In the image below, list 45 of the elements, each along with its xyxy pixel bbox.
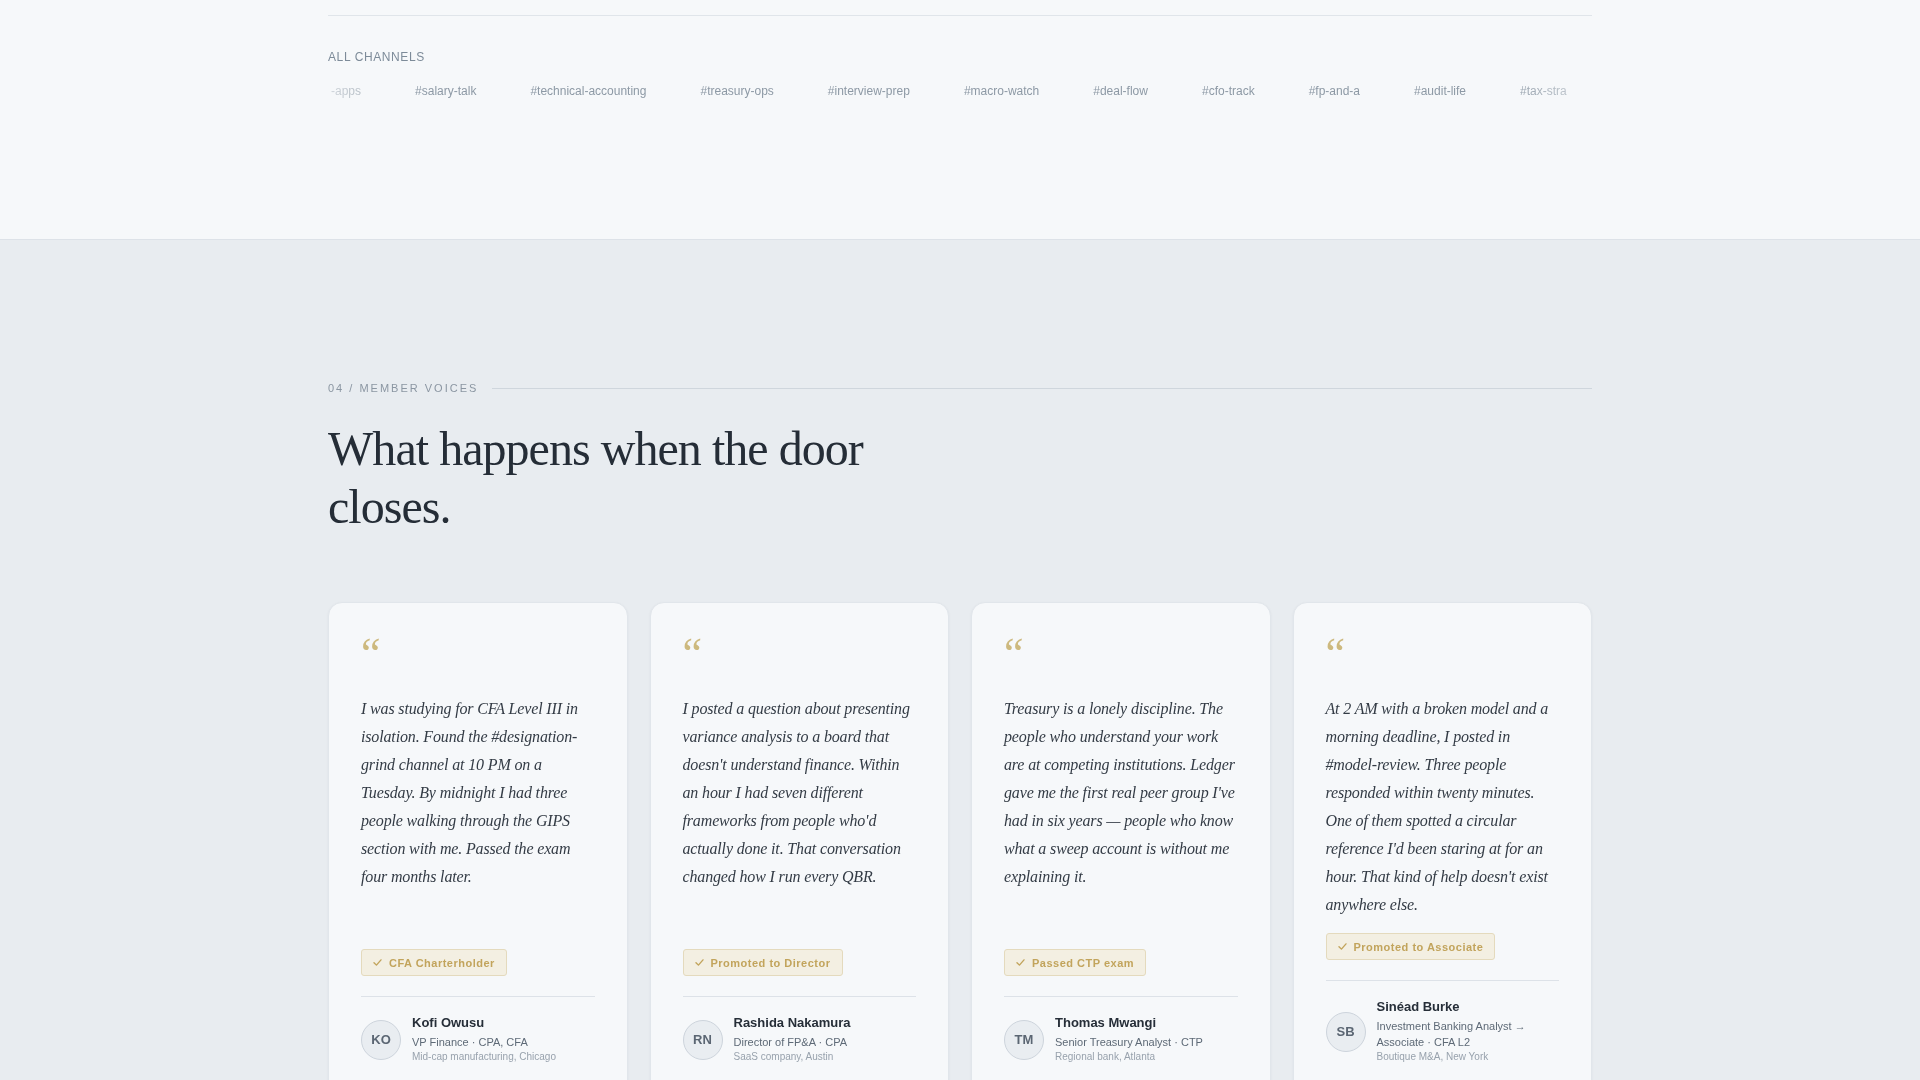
quote-mark: “ [1004,639,1024,670]
channel-tag: #salary-talk [415,83,477,99]
section-heading: What happens when the door closes. [328,421,865,535]
author-role: Senior Treasury Analyst · CTP [1055,1035,1203,1051]
testimonial-quote: I was studying for CFA Level III in isolation. Found the #designation-grind channel at 10 PM on a Tuesday. By midnight I had three people walking through the GIPS section with me. Passed the exam four months later. [361,699,579,888]
channel-tag: #audit-life [1414,83,1467,99]
author-role: Director of FP&A · CPA [733,1035,848,1051]
author-company: SaaS company, Austin [733,1050,835,1065]
channel-tag: #treasury-ops [700,83,774,99]
author-role: Investment Banking Analyst → Associate · CFA L2 [1376,1019,1527,1051]
testimonial-quote: At 2 AM with a broken model and a morning deadline, I posted in #model-review. Three people responded within twenty minutes. One of them spotted a circular reference I'd been staring at for an hour. That kind of help doesn't exist anywhere else. [1325,699,1550,916]
channel-tag: #technical-accounting [530,83,647,99]
channel-tag: #fp-and-a [1308,83,1360,99]
author-name: Kofi Owusu [412,1015,486,1032]
testimonial-quote: I posted a question about presenting variance analysis to a board that doesn't understand finance. Within an hour I had seven different frameworks from people who'd actually done it. That conversation changed how I run every QBR. [682,699,911,888]
author-name: Sinéad Burke [1376,999,1461,1016]
check-icon [694,959,704,967]
outcome-label: Passed CTP exam [1032,956,1135,969]
channel-tag: #deal-flow [1093,83,1148,99]
quote-mark: “ [682,639,703,670]
avatar-initials: RN [682,1019,723,1060]
section-label: 04 / MEMBER VOICES [328,381,479,396]
testimonial-quote: Treasury is a lonely discipline. The people who understand your work are at competing institutions. Ledger gave me the first real peer group I've had in six years — people who know what a sweep account is without me explaining it. [1004,699,1236,888]
avatar-initials: SB [1325,1011,1366,1052]
author-name: Rashida Nakamura [733,1015,851,1032]
outcome-label: CFA Charterholder [389,956,495,969]
avatar-initials: KO [361,1019,401,1060]
quote-mark: “ [1325,639,1346,670]
author-role: VP Finance · CPA, CFA [412,1035,529,1051]
author-company: Mid-cap manufacturing, Chicago [412,1050,556,1065]
channel-tag: #tax-stra [1520,83,1567,99]
author-name: Thomas Mwangi [1055,1015,1158,1032]
author-company: Boutique M&A, New York [1376,1050,1490,1065]
check-icon [373,959,382,967]
channel-tag: #cfo-track [1201,83,1255,99]
channels-heading: ALL CHANNELS [328,49,425,65]
author-company: Regional bank, Atlanta [1055,1050,1157,1065]
outcome-label: Promoted to Director [710,956,831,969]
quote-mark: “ [361,639,381,670]
avatar-initials: TM [1004,1019,1044,1060]
check-icon [1016,959,1025,967]
outcome-label: Promoted to Associate [1353,940,1484,953]
channel-tag: #interview-prep [827,83,910,99]
channel-tag: #macro-watch [963,83,1040,99]
check-icon [1337,943,1347,951]
